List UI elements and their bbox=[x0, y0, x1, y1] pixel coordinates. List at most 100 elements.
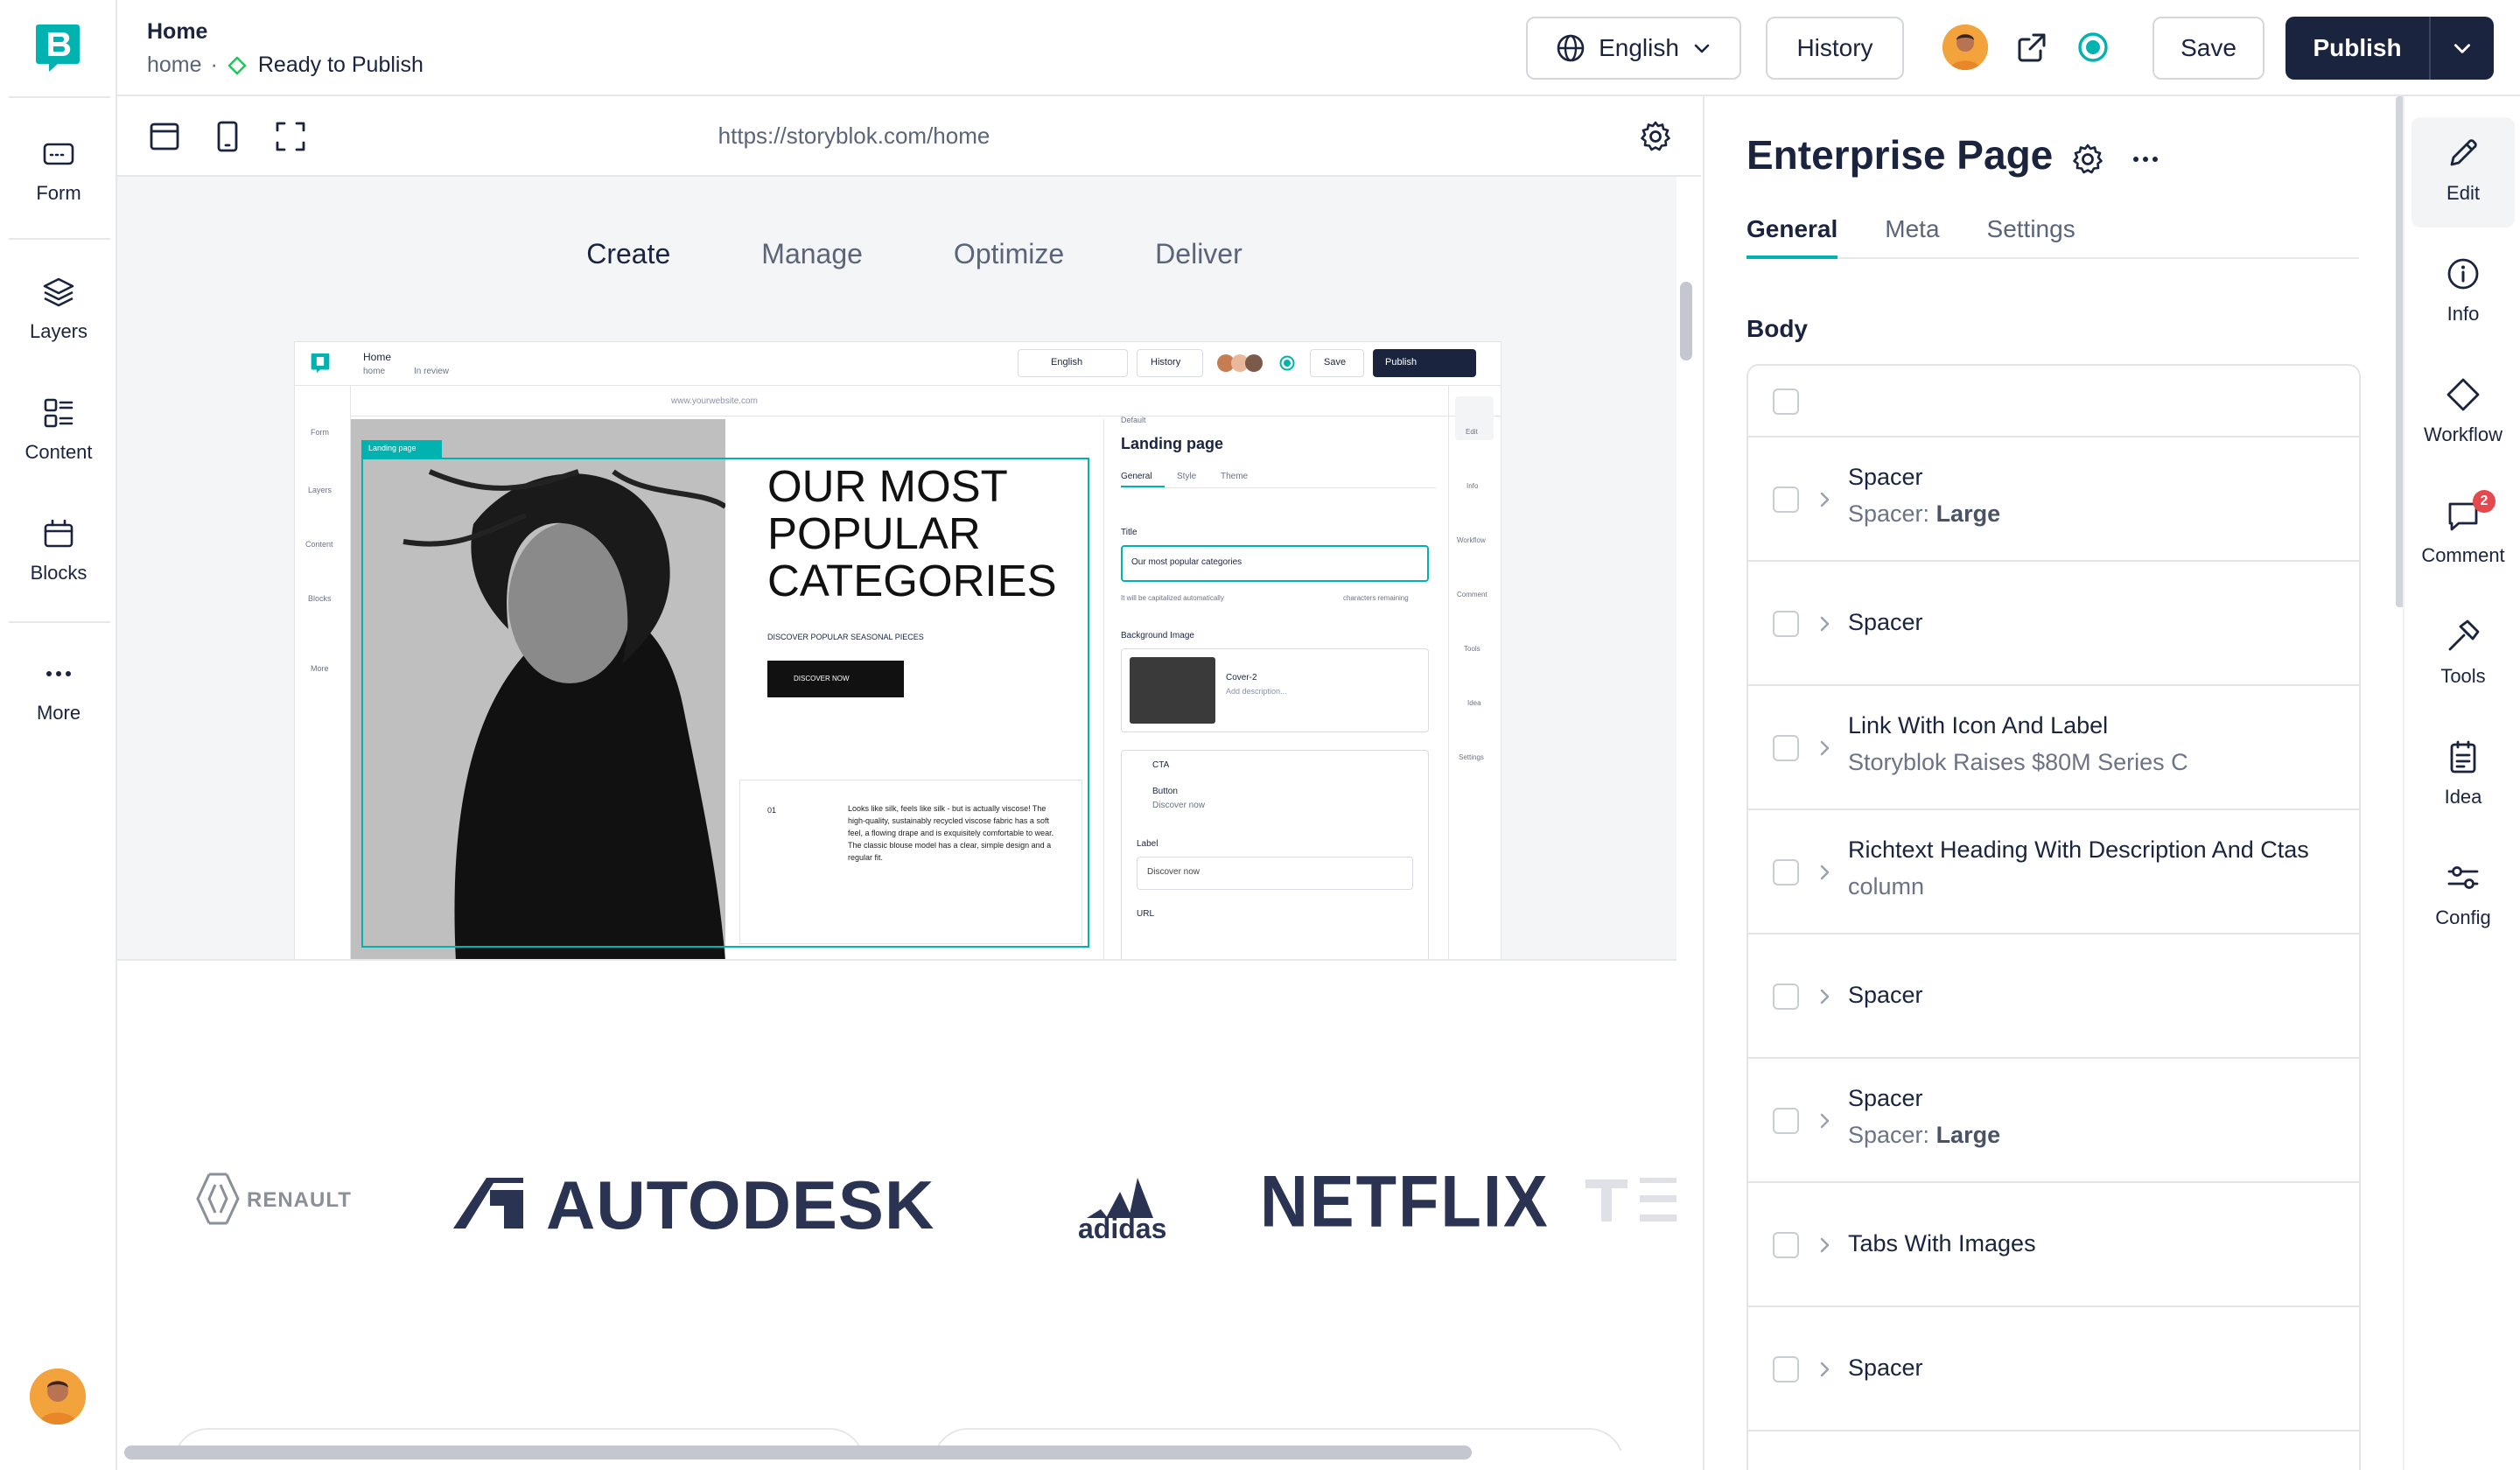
toolbar-item-label: Info bbox=[2446, 303, 2480, 325]
mini-rnav-info: Info bbox=[1466, 482, 1479, 490]
open-external-icon[interactable] bbox=[2014, 30, 2049, 65]
hero-tab-manage[interactable]: Manage bbox=[761, 238, 863, 270]
mini-url: www.yourwebsite.com bbox=[671, 396, 758, 406]
mini-tag: Landing page bbox=[368, 444, 416, 452]
hero-section: Create Manage Optimize Deliver Home home… bbox=[117, 177, 1676, 961]
mini-save: Save bbox=[1324, 357, 1347, 368]
block-checkbox[interactable] bbox=[1773, 984, 1799, 1010]
list-item[interactable]: Tabs With Images bbox=[1748, 1183, 2359, 1307]
list-item[interactable]: Link With Icon And Label Storyblok Raise… bbox=[1748, 686, 2359, 810]
chevron-right-icon[interactable] bbox=[1815, 1360, 1834, 1379]
preview-vertical-scrollbar[interactable] bbox=[1680, 282, 1692, 360]
toolbar-item-idea[interactable]: Idea bbox=[2412, 721, 2515, 831]
avatar[interactable] bbox=[30, 1368, 86, 1424]
left-sidebar: Form Layers Content Blocks More bbox=[0, 0, 117, 1470]
tab-general[interactable]: General bbox=[1746, 215, 1838, 259]
tab-meta[interactable]: Meta bbox=[1885, 215, 1939, 259]
right-toolbar: Edit Info Workflow 2 Comment Tools Idea … bbox=[2403, 96, 2520, 1470]
preview-horizontal-scrollbar[interactable] bbox=[124, 1446, 1472, 1460]
live-preview-icon[interactable] bbox=[2076, 30, 2110, 65]
toolbar-item-edit[interactable]: Edit bbox=[2412, 117, 2515, 228]
sidebar-item-more[interactable]: More bbox=[0, 656, 117, 752]
chevron-right-icon[interactable] bbox=[1815, 1111, 1834, 1130]
mini-live-icon bbox=[1279, 355, 1295, 371]
block-checkbox[interactable] bbox=[1773, 486, 1799, 513]
save-button[interactable]: Save bbox=[2152, 17, 2264, 80]
renault-logo: RENAULT bbox=[247, 1188, 352, 1212]
publish-button[interactable]: Publish bbox=[2286, 17, 2494, 80]
toolbar-item-label: Config bbox=[2435, 906, 2491, 928]
chevron-right-icon[interactable] bbox=[1815, 863, 1834, 882]
mini-nav-form: Form bbox=[311, 428, 329, 437]
preview-url[interactable]: https://storyblok.com/home bbox=[117, 122, 1591, 150]
comment-count-badge: 2 bbox=[2473, 490, 2496, 513]
sidebar-item-layers[interactable]: Layers bbox=[0, 275, 117, 371]
chevron-right-icon[interactable] bbox=[1815, 1236, 1834, 1255]
gear-icon[interactable] bbox=[2070, 142, 2105, 177]
language-select[interactable]: English bbox=[1526, 17, 1741, 80]
chevron-right-icon[interactable] bbox=[1815, 490, 1834, 509]
globe-icon bbox=[1557, 34, 1585, 62]
list-item[interactable]: Spacer bbox=[1748, 562, 2359, 686]
more-options-icon[interactable] bbox=[2128, 142, 2163, 177]
sidebar-item-blocks[interactable]: Blocks bbox=[0, 516, 117, 612]
autodesk-logo-icon bbox=[453, 1178, 523, 1228]
collaborator-avatar[interactable] bbox=[1942, 24, 1988, 70]
list-item[interactable] bbox=[1748, 366, 2359, 438]
customer-logos: RENAULT AUTODESK adidas NETFLIX bbox=[117, 1139, 1676, 1244]
list-item[interactable]: Spacer Spacer: Large bbox=[1748, 438, 2359, 562]
chevron-right-icon[interactable] bbox=[1815, 987, 1834, 1006]
mini-field-title: Title bbox=[1121, 528, 1138, 537]
block-checkbox[interactable] bbox=[1773, 1356, 1799, 1382]
hero-tab-create[interactable]: Create bbox=[586, 238, 670, 270]
block-checkbox[interactable] bbox=[1773, 1232, 1799, 1258]
block-checkbox[interactable] bbox=[1773, 1108, 1799, 1134]
toolbar-item-workflow[interactable]: Workflow bbox=[2412, 359, 2515, 469]
toolbar-item-comment[interactable]: 2 Comment bbox=[2412, 480, 2515, 590]
block-summary: Spacer: Large bbox=[1848, 1122, 2001, 1148]
list-item[interactable]: Richtext Heading With Description And Ct… bbox=[1748, 810, 2359, 934]
list-item[interactable]: Spacer bbox=[1748, 1307, 2359, 1432]
toolbar-item-label: Edit bbox=[2446, 182, 2480, 204]
history-button[interactable]: History bbox=[1766, 17, 1904, 80]
mini-nav-more: More bbox=[311, 664, 329, 673]
publish-options-button[interactable] bbox=[2429, 17, 2494, 80]
toolbar-item-config[interactable]: Config bbox=[2412, 842, 2515, 952]
hero-tab-deliver[interactable]: Deliver bbox=[1155, 238, 1242, 270]
sidebar-item-form[interactable]: Form bbox=[0, 136, 117, 233]
mini-rnav-idea: Idea bbox=[1467, 699, 1481, 707]
form-icon bbox=[43, 143, 74, 165]
block-summary: Storyblok Raises $80M Series C bbox=[1848, 749, 2188, 775]
hero-tab-optimize[interactable]: Optimize bbox=[954, 238, 1064, 270]
gear-icon[interactable] bbox=[1638, 119, 1673, 154]
block-name: Spacer bbox=[1848, 1354, 1923, 1381]
mini-url-label: URL bbox=[1137, 909, 1155, 919]
breadcrumb-separator: · bbox=[210, 52, 218, 77]
block-name: Spacer bbox=[1848, 982, 1923, 1008]
layers-icon bbox=[43, 277, 74, 307]
mini-nav-blocks: Blocks bbox=[308, 594, 332, 603]
status-badge: Ready to Publish bbox=[227, 52, 424, 78]
select-all-checkbox[interactable] bbox=[1773, 388, 1799, 415]
language-label: English bbox=[1599, 34, 1679, 61]
storyblok-logo-icon[interactable] bbox=[35, 23, 80, 74]
list-item[interactable]: Spacer bbox=[1748, 934, 2359, 1059]
block-checkbox[interactable] bbox=[1773, 735, 1799, 761]
block-checkbox[interactable] bbox=[1773, 859, 1799, 886]
breadcrumb-slug[interactable]: home bbox=[147, 52, 202, 78]
list-item[interactable]: Spacer Spacer: Large bbox=[1748, 1059, 2359, 1183]
toolbar-item-tools[interactable]: Tools bbox=[2412, 600, 2515, 710]
diamond-status-icon bbox=[228, 56, 247, 74]
toolbar-item-info[interactable]: Info bbox=[2412, 238, 2515, 348]
tab-settings[interactable]: Settings bbox=[1987, 215, 2076, 259]
config-icon bbox=[2447, 866, 2479, 889]
chevron-right-icon[interactable] bbox=[1815, 614, 1834, 634]
sidebar-item-label: Form bbox=[36, 182, 81, 204]
chevron-right-icon[interactable] bbox=[1815, 738, 1834, 758]
mini-field-title-value: Our most popular categories bbox=[1131, 557, 1242, 567]
top-bar: Home home · Ready to Publish English His… bbox=[117, 0, 2520, 96]
toolbar-item-label: Idea bbox=[2444, 786, 2482, 808]
sidebar-item-content[interactable]: Content bbox=[0, 396, 117, 492]
block-checkbox[interactable] bbox=[1773, 611, 1799, 637]
toolbar-item-label: Workflow bbox=[2423, 424, 2503, 445]
